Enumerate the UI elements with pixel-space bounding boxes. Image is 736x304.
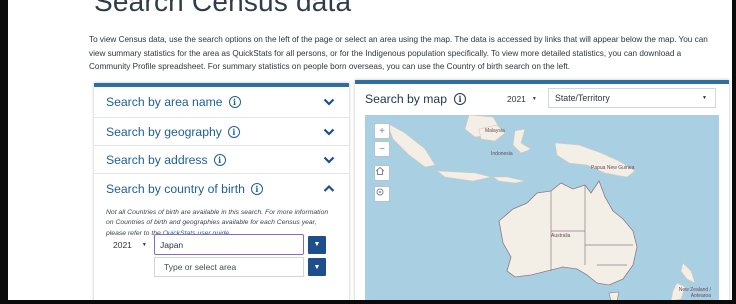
home-icon[interactable] (374, 165, 390, 181)
accordion-country-of-birth[interactable]: Search by country of birth i (94, 174, 349, 204)
map-label-nz: New Zealand / Aotearoa (678, 287, 711, 299)
search-panel: Search by area name i Search by geograph… (94, 83, 349, 300)
map-year-select[interactable]: 2021 ▼ (503, 90, 547, 108)
map-canvas[interactable]: Malaysia Indonesia Papua New Guinea Aust… (365, 115, 719, 300)
country-dropdown-button[interactable]: ▼ (308, 235, 326, 254)
intro-paragraph: To view Census data, use the search opti… (89, 35, 708, 72)
area-row: Type or select area ▼ (106, 257, 326, 277)
locate-icon[interactable] (374, 186, 390, 202)
census-search-page: Search Census data To view Census data, … (8, 0, 732, 300)
map-label-malaysia: Malaysia (485, 128, 505, 134)
year-select[interactable]: 2021 ▼ (106, 235, 154, 254)
info-icon[interactable]: i (453, 93, 466, 105)
geography-level-select[interactable]: State/Territory ▼ (548, 88, 716, 108)
caret-down-icon: ▼ (702, 95, 707, 101)
caret-down-icon: ▼ (313, 263, 321, 271)
caret-down-icon: ▼ (531, 96, 537, 102)
accordion-label: Search by address (106, 152, 208, 167)
map-panel: Search by map i 2021 ▼ State/Territory ▼ (355, 80, 729, 300)
map-label-australia: Australia (551, 233, 571, 239)
country-row: 2021 ▼ Japan ▼ (106, 234, 326, 255)
chevron-down-icon[interactable] (323, 155, 335, 165)
chevron-up-icon[interactable] (323, 184, 335, 194)
accordion-label: Search by area name (106, 95, 223, 109)
zoom-in-button[interactable]: + (374, 123, 390, 139)
map-label-png: Papua New Guinea (591, 165, 635, 171)
accordion-area-name[interactable]: Search by area name i (94, 87, 349, 118)
country-input[interactable]: Japan (154, 234, 304, 255)
accordion-address[interactable]: Search by address i (94, 146, 349, 174)
info-icon[interactable]: i (227, 125, 240, 138)
chevron-down-icon[interactable] (323, 97, 335, 107)
map-title: Search by map i (365, 92, 466, 106)
page-title: Search Census data (94, 0, 352, 17)
map-label-indonesia: Indonesia (491, 151, 513, 157)
accordion-geography[interactable]: Search by geography i (94, 118, 349, 146)
caret-down-icon: ▼ (141, 241, 147, 248)
chevron-down-icon[interactable] (323, 127, 335, 137)
info-icon[interactable]: i (228, 96, 241, 108)
accordion-label: Search by country of birth (106, 182, 245, 196)
caret-down-icon: ▼ (313, 241, 321, 248)
zoom-out-button[interactable]: − (374, 141, 390, 157)
map-shapes (386, 115, 696, 300)
accordion-label: Search by geography (106, 124, 222, 139)
map-header: Search by map i 2021 ▼ State/Territory ▼ (355, 84, 729, 112)
area-dropdown-button[interactable]: ▼ (308, 258, 326, 276)
area-input[interactable]: Type or select area (154, 257, 304, 277)
info-icon[interactable]: i (250, 183, 263, 195)
info-icon[interactable]: i (213, 153, 226, 166)
